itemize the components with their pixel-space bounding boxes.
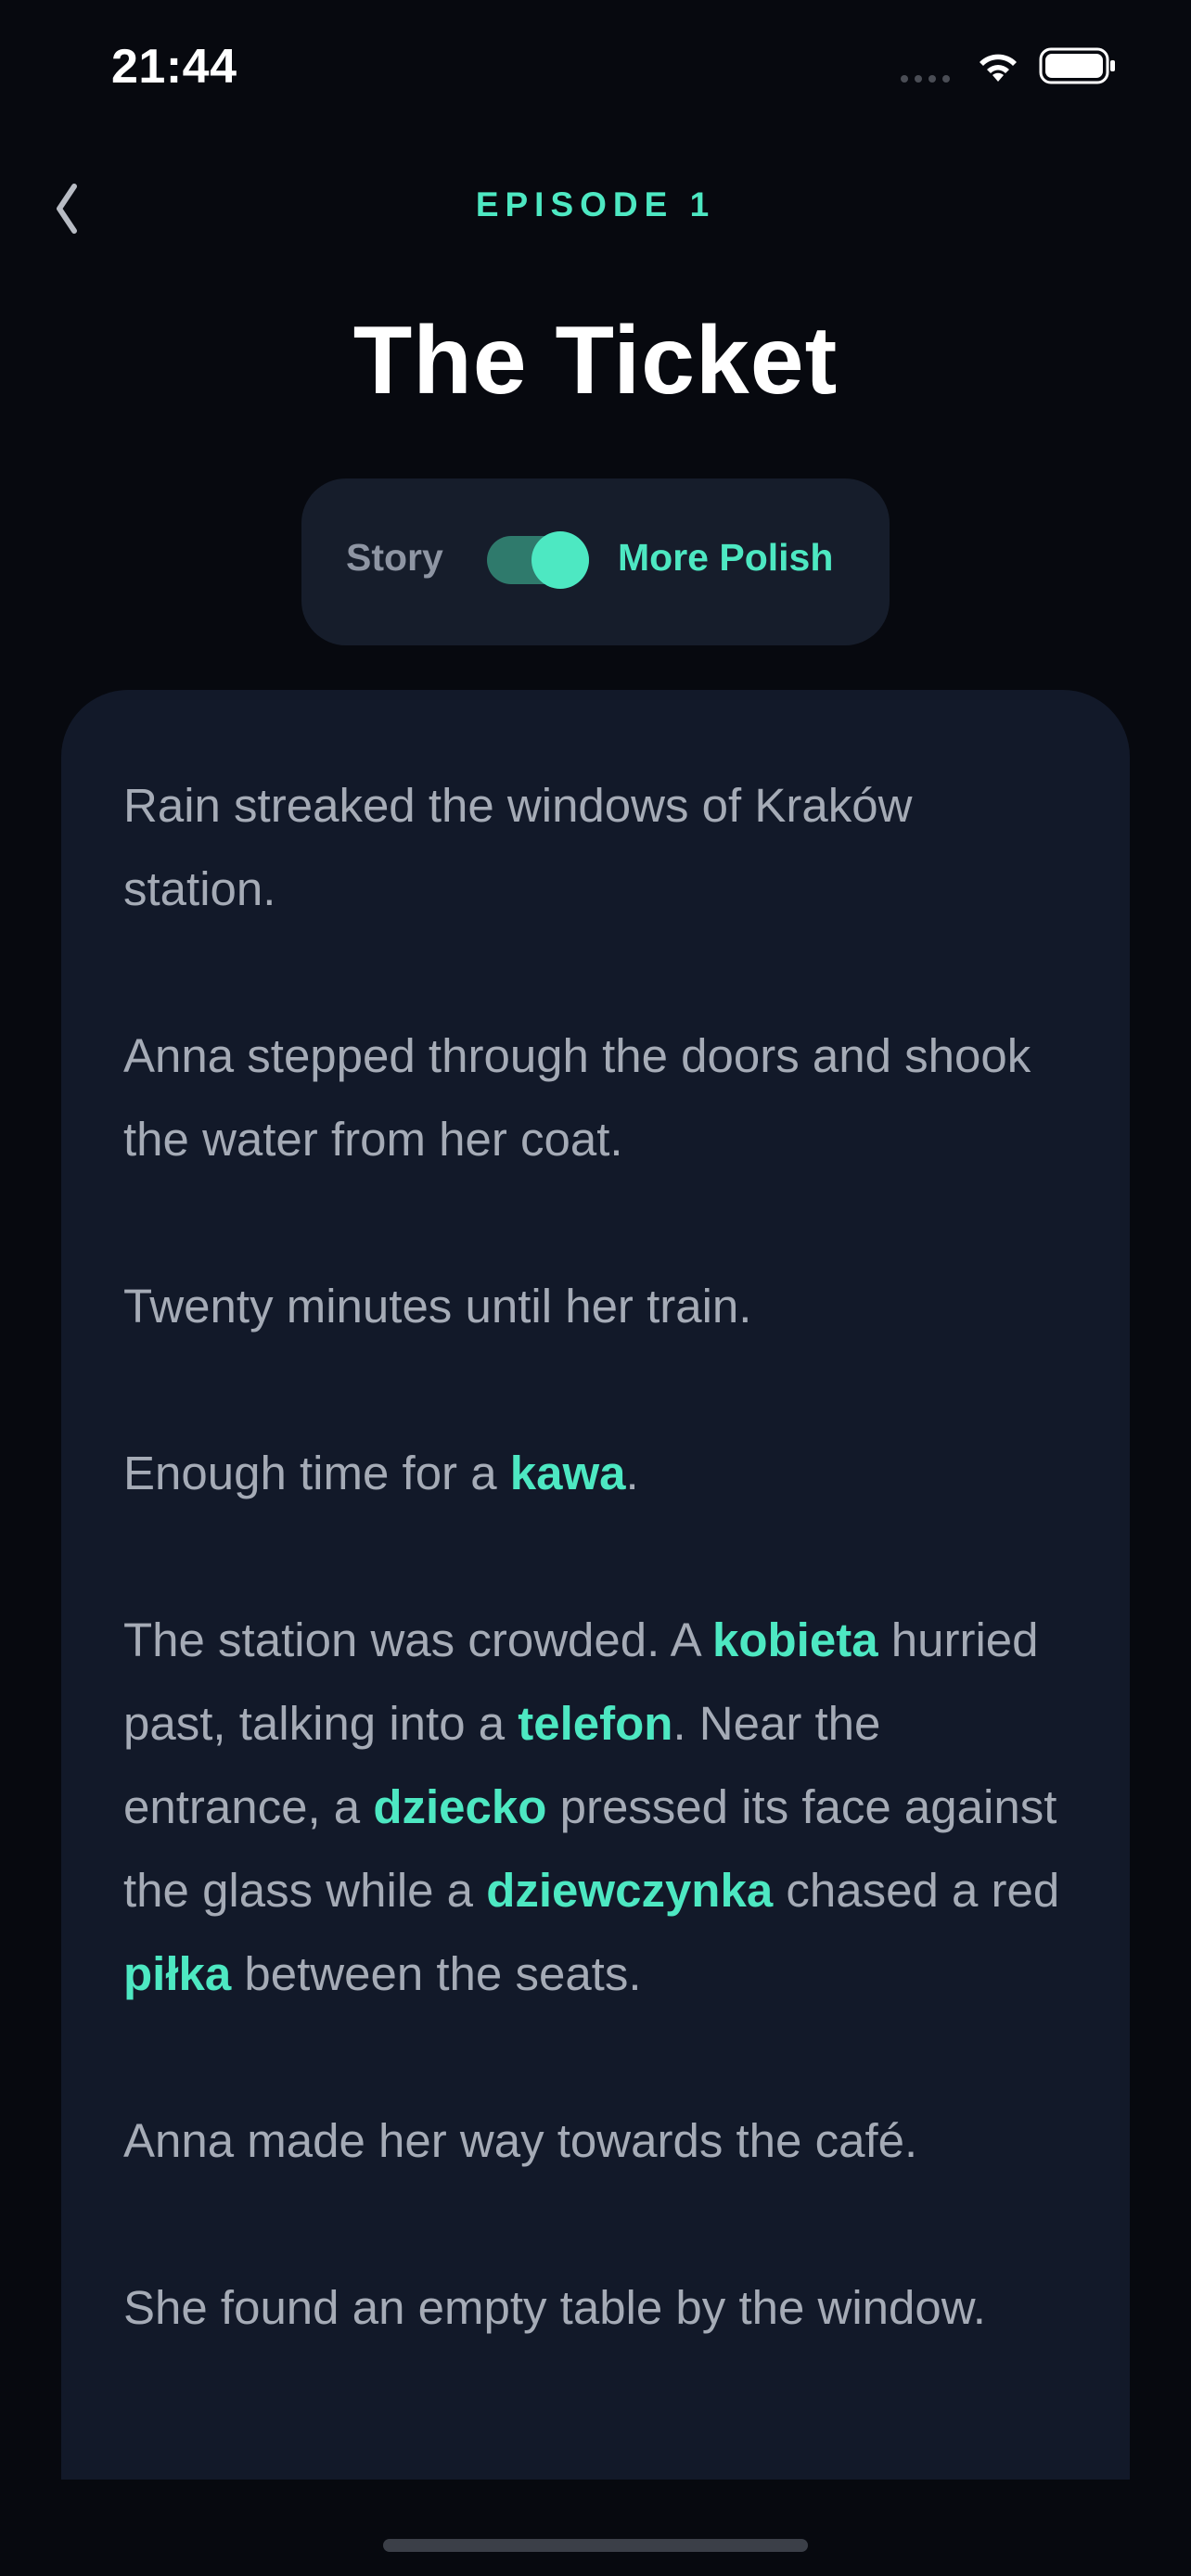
story-text-segment: between the seats. [231, 1947, 642, 2000]
story-paragraph: Anna made her way towards the café. [123, 2099, 1069, 2183]
story-paragraph: Enough time for a kawa. [123, 1432, 1069, 1515]
story-text-segment: She found an empty table by the window. [123, 2281, 986, 2334]
cellular-signal-icon [901, 75, 950, 83]
story-screen: 21:44 EPISODE 1 The Ticket Story More Po… [0, 0, 1191, 2576]
story-text-segment: The station was crowded. A [123, 1613, 713, 1666]
toggle-label-more-polish: More Polish [618, 536, 834, 579]
story-text-segment: Rain streaked the windows of Kraków stat… [123, 779, 913, 915]
status-bar: 21:44 [0, 0, 1191, 139]
story-paragraph: Twenty minutes until her train. [123, 1265, 1069, 1348]
story-mode-toggle[interactable]: Story More Polish [301, 478, 890, 645]
switch-knob [531, 531, 589, 589]
battery-icon [1039, 47, 1115, 84]
vocab-word-dziewczynka[interactable]: dziewczynka [486, 1864, 773, 1917]
vocab-word-dziecko[interactable]: dziecko [373, 1780, 546, 1833]
story-paragraph: Rain streaked the windows of Kraków stat… [123, 764, 1069, 931]
page-title: The Ticket [352, 307, 839, 414]
vocab-word-kobieta[interactable]: kobieta [712, 1613, 878, 1666]
home-indicator[interactable] [383, 2539, 808, 2552]
episode-label: EPISODE 1 [475, 185, 716, 223]
story-text-segment: Anna made her way towards the café. [123, 2114, 918, 2167]
story-text-segment: chased a red [773, 1864, 1060, 1917]
story-paragraph: She found an empty table by the window. [123, 2266, 1069, 2350]
story-text-segment: Twenty minutes until her train. [123, 1280, 752, 1333]
wifi-icon [980, 54, 1017, 82]
story-text: Rain streaked the windows of Kraków stat… [123, 764, 1069, 2433]
toggle-label-story: Story [346, 536, 443, 579]
vocab-word-piłka[interactable]: piłka [123, 1947, 231, 2000]
story-paragraph: The station was crowded. A kobieta hurri… [123, 1599, 1069, 2016]
status-time: 21:44 [111, 40, 237, 94]
more-polish-switch[interactable] [487, 531, 589, 589]
story-text-segment: Enough time for a [123, 1447, 510, 1499]
vocab-word-kawa[interactable]: kawa [510, 1447, 626, 1499]
vocab-word-telefon[interactable]: telefon [518, 1697, 672, 1750]
story-card: Rain streaked the windows of Kraków stat… [61, 690, 1130, 2480]
story-text-segment: Anna stepped through the doors and shook… [123, 1029, 1031, 1166]
story-paragraph: Anna stepped through the doors and shook… [123, 1014, 1069, 1181]
story-text-segment: . [625, 1447, 639, 1499]
